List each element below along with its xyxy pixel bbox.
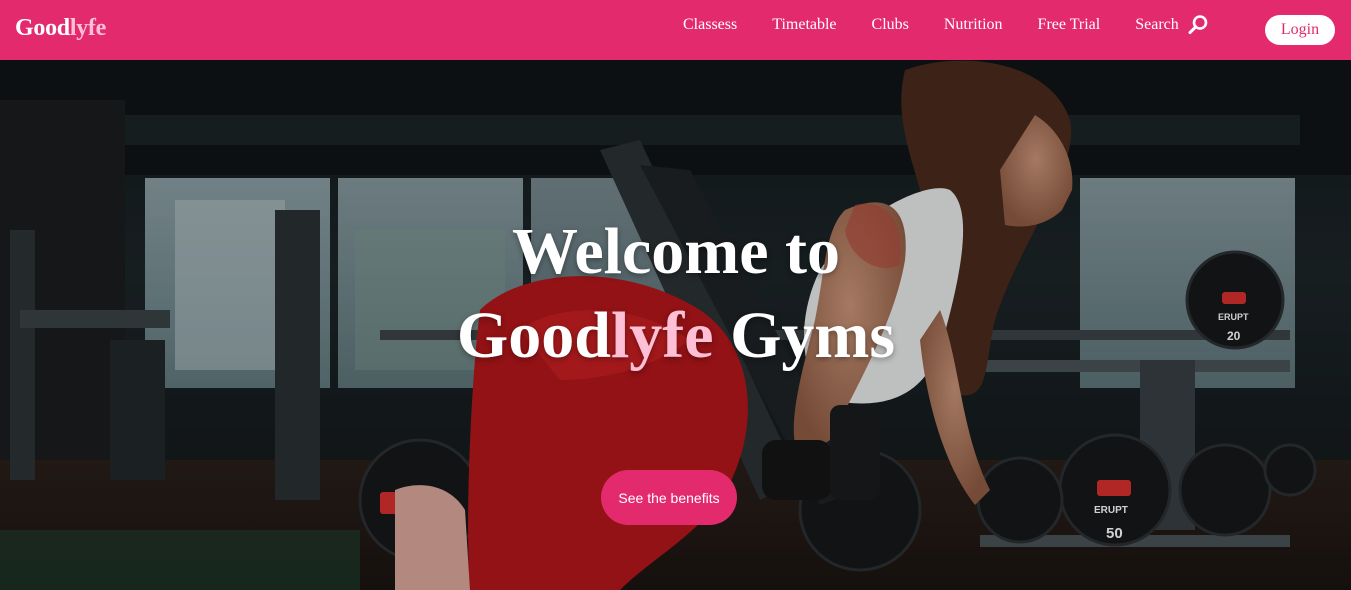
brand-logo-part1: Good (15, 15, 70, 41)
search-icon (1188, 15, 1208, 35)
search-label: Search (1135, 16, 1179, 33)
navbar: Goodlyfe Classess Timetable Clubs Nutrit… (0, 0, 1351, 60)
nav-link-clubs[interactable]: Clubs (872, 16, 909, 34)
nav-link-free-trial[interactable]: Free Trial (1038, 16, 1101, 34)
nav-link-nutrition[interactable]: Nutrition (944, 16, 1003, 34)
hero-title-part1: Good (456, 299, 611, 372)
hero-title-part3: Gyms (713, 299, 896, 372)
hero-title: Welcome to Goodlyfe Gyms (376, 210, 976, 378)
hero-title-accent: lyfe (610, 299, 714, 372)
nav-link-classes[interactable]: Classess (683, 16, 737, 34)
login-button[interactable]: Login (1265, 15, 1335, 45)
see-benefits-button[interactable]: See the benefits (601, 470, 737, 525)
main-nav: Classess Timetable Clubs Nutrition Free … (683, 14, 1209, 36)
brand-logo-part2: lyfe (69, 15, 106, 41)
hero-section: ERUPT 20 ERUPT 50 Welcome to Goodlyfe Gy… (0, 60, 1351, 590)
nav-link-timetable[interactable]: Timetable (772, 16, 836, 34)
search-button[interactable]: Search (1135, 14, 1209, 36)
brand-logo[interactable]: Goodlyfe (15, 15, 106, 42)
hero-title-line1: Welcome to (511, 215, 841, 288)
